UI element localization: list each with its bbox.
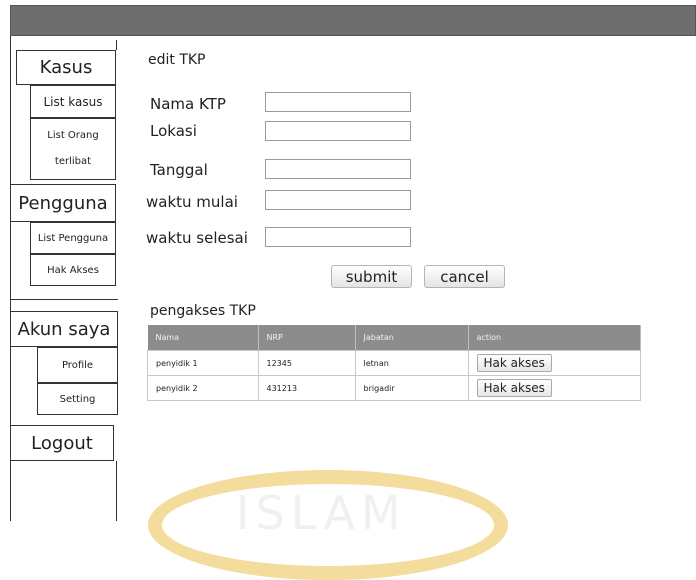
sidebar-kasus[interactable]: Kasus bbox=[16, 50, 116, 85]
hak-akses-button[interactable]: Hak akses bbox=[476, 379, 552, 397]
sidebar-list-orang-label-2: terlibat bbox=[54, 156, 92, 167]
sidebar-akun-saya-label: Akun saya bbox=[17, 318, 111, 340]
sidebar-list-pengguna[interactable]: List Pengguna bbox=[30, 222, 116, 254]
sidebar-logout-label: Logout bbox=[31, 432, 93, 454]
sidebar-list-pengguna-label: List Pengguna bbox=[37, 232, 109, 244]
sidebar-setting[interactable]: Setting bbox=[37, 383, 118, 415]
lokasi-input[interactable] bbox=[265, 121, 411, 141]
sidebar-list-orang-label-1: List Orang bbox=[47, 130, 99, 141]
label-lokasi: Lokasi bbox=[150, 122, 197, 140]
page-title: edit TKP bbox=[148, 52, 206, 68]
pengakses-table: Nama NRP Jabatan action penyidik 1 12345… bbox=[147, 325, 641, 401]
table-row: penyidik 1 12345 letnan Hak akses bbox=[147, 350, 641, 376]
hak-akses-button[interactable]: Hak akses bbox=[476, 354, 552, 372]
cell-jabatan: brigadir bbox=[354, 375, 469, 401]
table-row: penyidik 2 431213 brigadir Hak akses bbox=[147, 375, 641, 401]
label-nama-ktp: Nama KTP bbox=[150, 95, 226, 113]
sidebar-list-kasus[interactable]: List kasus bbox=[30, 85, 116, 118]
top-bar bbox=[10, 5, 696, 36]
col-header-nama: Nama bbox=[147, 325, 259, 351]
label-waktu-selesai: waktu selesai bbox=[146, 229, 248, 247]
sidebar-kasus-rule bbox=[116, 40, 117, 50]
col-header-jabatan: Jabatan bbox=[355, 325, 469, 351]
sidebar-logout[interactable]: Logout bbox=[10, 425, 114, 461]
col-header-action: action bbox=[468, 325, 641, 351]
submit-button[interactable]: submit bbox=[331, 265, 412, 288]
sidebar-profile[interactable]: Profile bbox=[37, 347, 118, 383]
cell-action: Hak akses bbox=[467, 375, 641, 401]
sidebar-akun-saya[interactable]: Akun saya bbox=[10, 311, 118, 347]
sidebar-setting-label: Setting bbox=[59, 393, 96, 405]
sidebar-hak-akses[interactable]: Hak Akses bbox=[30, 254, 116, 286]
waktu-selesai-input[interactable] bbox=[265, 227, 411, 247]
watermark-text: ISLAM bbox=[236, 486, 407, 540]
cancel-button[interactable]: cancel bbox=[424, 265, 505, 288]
col-header-nrp: NRP bbox=[258, 325, 356, 351]
cell-action: Hak akses bbox=[467, 350, 641, 376]
cell-nama: penyidik 2 bbox=[147, 375, 259, 401]
label-tanggal: Tanggal bbox=[150, 161, 208, 179]
sidebar-profile-label: Profile bbox=[61, 359, 94, 371]
label-waktu-mulai: waktu mulai bbox=[146, 193, 238, 211]
sidebar-kasus-label: Kasus bbox=[39, 57, 93, 78]
waktu-mulai-input[interactable] bbox=[265, 190, 411, 210]
cell-jabatan: letnan bbox=[354, 350, 469, 376]
nama-ktp-input[interactable] bbox=[265, 92, 411, 112]
sidebar-divider bbox=[10, 299, 118, 300]
sidebar-pengguna-label: Pengguna bbox=[18, 192, 108, 214]
cell-nrp: 12345 bbox=[257, 350, 356, 376]
tanggal-input[interactable] bbox=[265, 159, 411, 179]
table-header-row: Nama NRP Jabatan action bbox=[147, 325, 641, 351]
cell-nama: penyidik 1 bbox=[147, 350, 259, 376]
sidebar-list-orang-terlibat[interactable]: List Orang terlibat bbox=[30, 118, 116, 180]
sidebar-right-line bbox=[116, 461, 117, 521]
sidebar-list-kasus-label: List kasus bbox=[43, 94, 103, 109]
section-title-pengakses: pengakses TKP bbox=[150, 303, 256, 319]
sidebar-hak-akses-label: Hak Akses bbox=[47, 264, 99, 276]
sidebar-pengguna[interactable]: Pengguna bbox=[10, 184, 116, 222]
cell-nrp: 431213 bbox=[257, 375, 356, 401]
